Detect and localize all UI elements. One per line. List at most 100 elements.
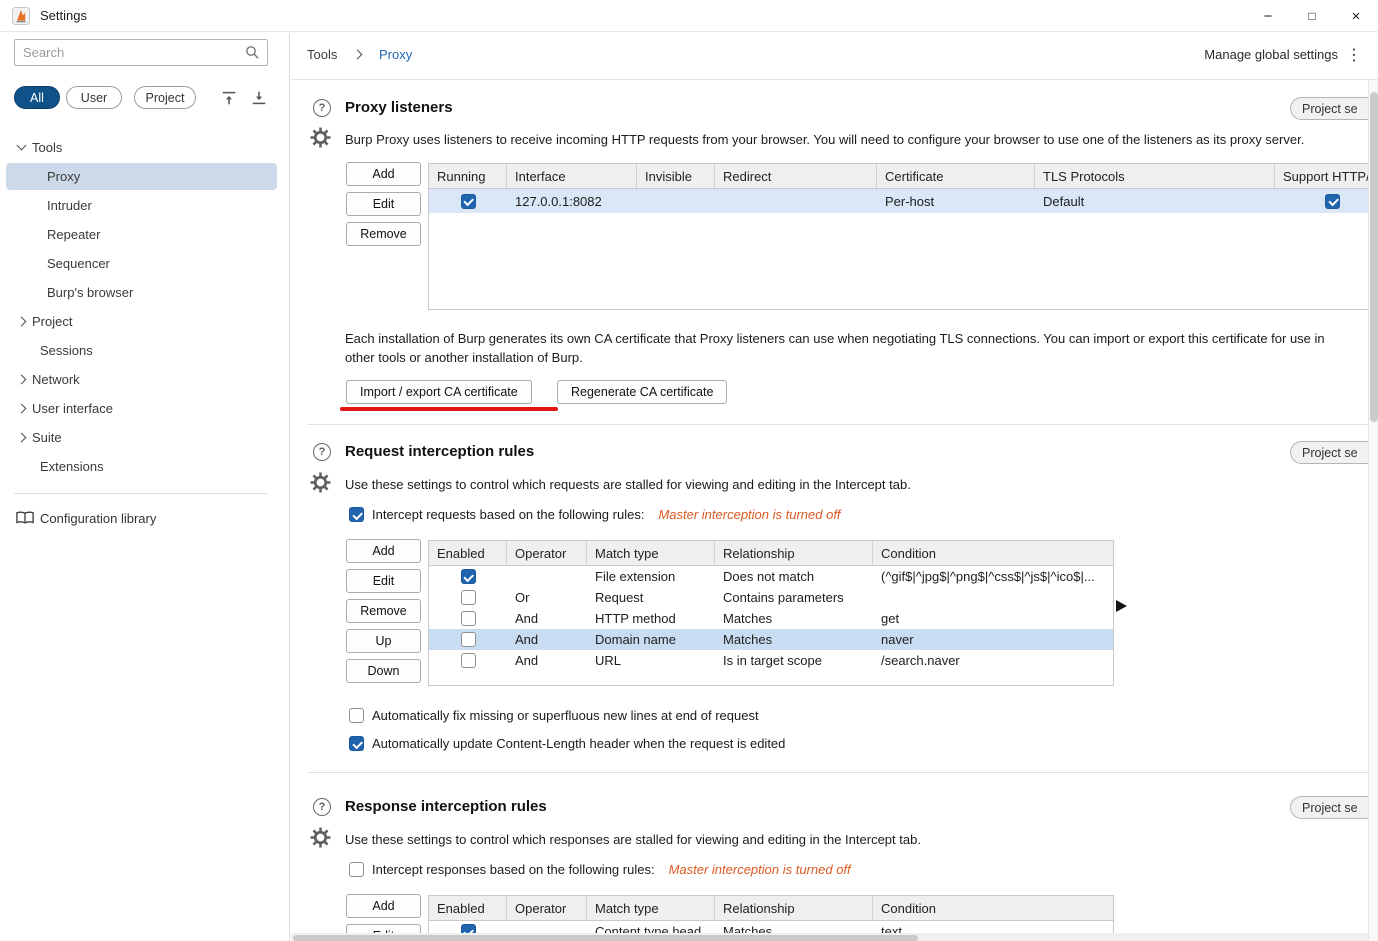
- section-response-interception: ? Response interception rules Project se…: [291, 773, 1378, 941]
- project-settings-badge[interactable]: Project se: [1290, 97, 1368, 120]
- sidebar-item-sessions[interactable]: Sessions: [0, 336, 289, 365]
- remove-listener-button[interactable]: Remove: [346, 222, 421, 246]
- window-controls: − □ ×: [1246, 0, 1378, 32]
- chevron-right-icon: [16, 374, 27, 385]
- manage-global-settings-link[interactable]: Manage global settings: [1204, 47, 1338, 62]
- rule-row-selected[interactable]: And Domain name Matches naver: [429, 629, 1113, 650]
- intercept-requests-checkbox[interactable]: [349, 507, 364, 522]
- window-titlebar: Settings − □ ×: [0, 0, 1378, 32]
- column-match-type: Match type: [587, 541, 715, 565]
- add-listener-button[interactable]: Add: [346, 162, 421, 186]
- condition-cell: /search.naver: [881, 653, 960, 668]
- remove-rule-button[interactable]: Remove: [346, 599, 421, 623]
- filter-user-pill[interactable]: User: [66, 86, 122, 109]
- match-type-cell: HTTP method: [595, 611, 676, 626]
- add-rule-button[interactable]: Add: [346, 539, 421, 563]
- close-button[interactable]: ×: [1334, 0, 1378, 32]
- gear-icon[interactable]: [310, 827, 331, 851]
- table-header-row: Running Interface Invisible Redirect Cer…: [429, 164, 1378, 189]
- fix-newlines-row: Automatically fix missing or superfluous…: [349, 708, 759, 723]
- tree-group-project[interactable]: Project: [0, 307, 289, 336]
- enabled-cell: [429, 590, 507, 605]
- breadcrumb-separator-icon: [352, 49, 363, 60]
- project-settings-badge[interactable]: Project se: [1290, 441, 1368, 464]
- rule-enabled-checkbox[interactable]: [460, 632, 476, 647]
- http2-checkbox[interactable]: [1325, 193, 1340, 209]
- rule-enabled-checkbox[interactable]: [460, 611, 476, 626]
- regenerate-ca-button[interactable]: Regenerate CA certificate: [557, 380, 728, 404]
- configuration-library-item[interactable]: Configuration library: [0, 504, 289, 533]
- rule-row[interactable]: And HTTP method Matches get: [429, 608, 1113, 629]
- search-box[interactable]: [14, 39, 268, 66]
- condition-cell: (^gif$|^jpg$|^png$|^css$|^js$|^ico$|...: [881, 569, 1095, 584]
- help-icon[interactable]: ?: [313, 443, 331, 461]
- collapse-all-icon[interactable]: [216, 86, 242, 110]
- burp-app-icon: [12, 6, 30, 25]
- breadcrumb: Tools Proxy Manage global settings ⋮: [291, 33, 1378, 80]
- add-rule-button[interactable]: Add: [346, 894, 421, 918]
- intercept-requests-label: Intercept requests based on the followin…: [372, 507, 645, 522]
- sidebar-item-extensions[interactable]: Extensions: [0, 452, 289, 481]
- sidebar-item-intruder[interactable]: Intruder: [0, 191, 289, 220]
- help-icon[interactable]: ?: [313, 99, 331, 117]
- gear-icon[interactable]: [310, 127, 331, 151]
- settings-tree: Tools Proxy Intruder Repeater Sequencer …: [0, 133, 289, 481]
- column-redirect: Redirect: [715, 164, 877, 188]
- filter-project-pill[interactable]: Project: [134, 86, 196, 109]
- chevron-right-icon: [16, 316, 27, 327]
- sidebar-item-sequencer[interactable]: Sequencer: [0, 249, 289, 278]
- chevron-right-icon: [16, 432, 27, 443]
- sidebar-item-proxy[interactable]: Proxy: [0, 162, 289, 191]
- rule-row[interactable]: File extension Does not match (^gif$|^jp…: [429, 566, 1113, 587]
- request-rules-table: Enabled Operator Match type Relationship…: [428, 540, 1114, 686]
- section-request-interception: ? Request interception rules Project se …: [291, 425, 1378, 773]
- maximize-button[interactable]: □: [1290, 0, 1334, 32]
- intercept-responses-checkbox[interactable]: [349, 862, 364, 877]
- search-input[interactable]: [23, 45, 245, 60]
- relationship-cell: Contains parameters: [723, 590, 844, 605]
- table-header-row: Enabled Operator Match type Relationship…: [429, 541, 1113, 566]
- column-relationship: Relationship: [715, 896, 873, 920]
- listener-row[interactable]: 127.0.0.1:8082 Per-host Default: [429, 189, 1378, 213]
- relationship-cell: Matches: [723, 632, 773, 647]
- tree-group-tools[interactable]: Tools: [0, 133, 289, 162]
- column-invisible: Invisible: [637, 164, 715, 188]
- kebab-menu-icon[interactable]: ⋮: [1346, 45, 1362, 65]
- section-description: Use these settings to control which requ…: [345, 477, 911, 492]
- rule-row[interactable]: And URL Is in target scope /search.naver: [429, 650, 1113, 671]
- rule-row[interactable]: Or Request Contains parameters: [429, 587, 1113, 608]
- horizontal-scrollbar[interactable]: [291, 933, 1368, 941]
- fix-newlines-checkbox[interactable]: [349, 708, 364, 723]
- import-export-ca-button[interactable]: Import / export CA certificate: [346, 380, 532, 404]
- sidebar-item-repeater[interactable]: Repeater: [0, 220, 289, 249]
- up-rule-button[interactable]: Up: [346, 629, 421, 653]
- running-checkbox[interactable]: [460, 193, 476, 209]
- match-type-cell: Request: [595, 590, 644, 605]
- edit-listener-button[interactable]: Edit: [346, 192, 421, 216]
- rule-enabled-checkbox[interactable]: [460, 590, 476, 605]
- help-icon[interactable]: ?: [313, 798, 331, 816]
- vertical-scrollbar-thumb[interactable]: [1370, 92, 1378, 422]
- edit-rule-button[interactable]: Edit: [346, 569, 421, 593]
- tree-group-suite[interactable]: Suite: [0, 423, 289, 452]
- column-certificate: Certificate: [877, 164, 1035, 188]
- project-settings-badge[interactable]: Project se: [1290, 796, 1368, 819]
- update-content-length-checkbox[interactable]: [349, 736, 364, 751]
- sidebar-item-burps-browser[interactable]: Burp's browser: [0, 278, 289, 307]
- rule-enabled-checkbox[interactable]: [460, 569, 476, 584]
- operator-cell: And: [515, 653, 539, 668]
- gear-icon[interactable]: [310, 472, 331, 496]
- down-rule-button[interactable]: Down: [346, 659, 421, 683]
- tree-group-network[interactable]: Network: [0, 365, 289, 394]
- breadcrumb-tools[interactable]: Tools: [307, 47, 337, 62]
- column-enabled: Enabled: [429, 896, 507, 920]
- minimize-button[interactable]: −: [1246, 0, 1290, 32]
- breadcrumb-proxy[interactable]: Proxy: [379, 47, 412, 62]
- tree-group-user-interface[interactable]: User interface: [0, 394, 289, 423]
- filter-all-pill[interactable]: All: [14, 86, 60, 109]
- rule-enabled-checkbox[interactable]: [460, 653, 476, 668]
- horizontal-scrollbar-thumb[interactable]: [293, 934, 918, 941]
- expand-all-icon[interactable]: [246, 86, 272, 110]
- vertical-scrollbar[interactable]: [1368, 80, 1378, 941]
- running-cell: [429, 193, 507, 209]
